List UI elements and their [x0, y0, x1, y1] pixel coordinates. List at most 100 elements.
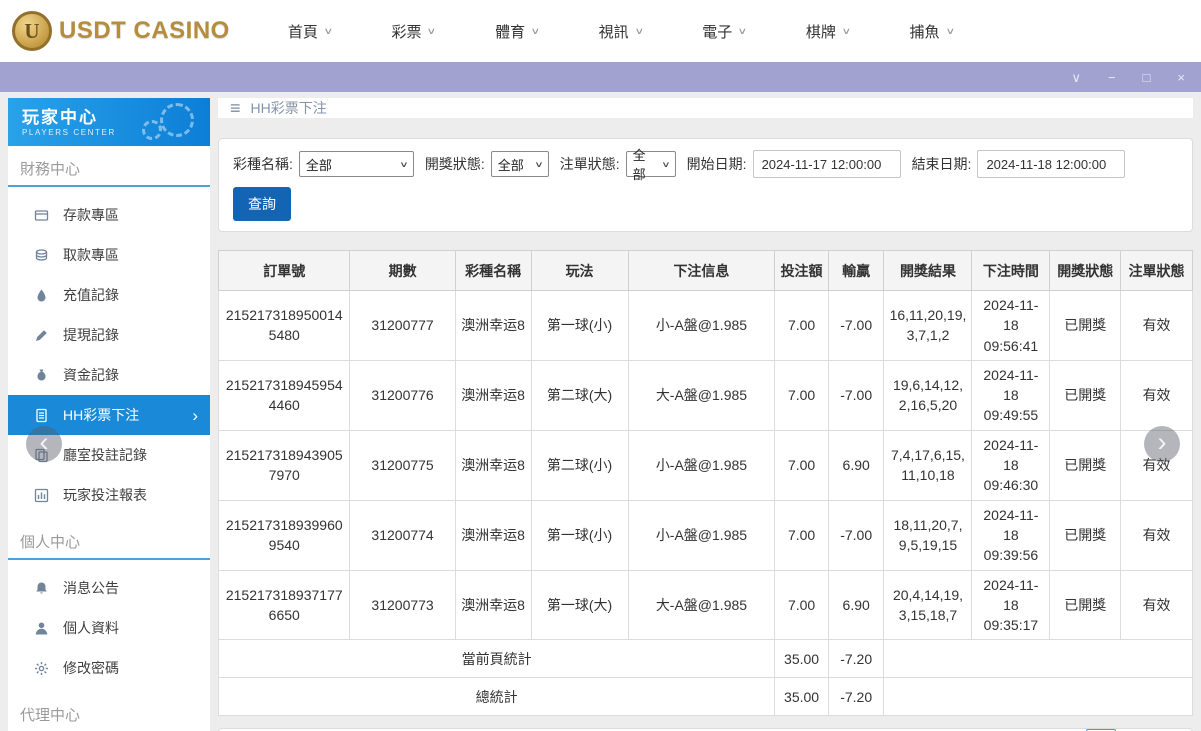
sidebar-item-change-password[interactable]: 修改密碼 [8, 648, 210, 688]
chevron-right-icon: › [192, 405, 198, 425]
end-date-filter: 結束日期: [912, 150, 1126, 178]
cell-order-no: 2152173189371776650 [217, 569, 351, 641]
sidebar-item-label: 提現記錄 [63, 327, 119, 343]
nav-item-fishing[interactable]: 捕魚 ∨ [910, 21, 955, 42]
start-date-input[interactable] [752, 150, 901, 178]
cell-draw-status: 已開獎 [1049, 569, 1122, 641]
sidebar: 玩家中心 PLAYERS CENTER 財務中心 存款專區 取款專區 充值記錄 … [8, 98, 210, 731]
filter-row: 彩種名稱: 全部 ∨ 開獎狀態: 全部 ∨ 注單狀態: 全部 ∨ 開始日期: 2… [233, 148, 1178, 182]
window-minimize-icon[interactable]: − [1108, 71, 1116, 84]
select-value: 全部 [497, 157, 524, 173]
nav-item-home[interactable]: 首頁 ∨ [287, 21, 333, 42]
bet-table-summary: 當前頁統計 35.00 -7.20 總統計 35.00 -7.20 [217, 639, 1193, 717]
deposit-icon [34, 208, 49, 223]
cashout-record-icon [34, 328, 49, 343]
cell-bet-info: 大-A盤@1.985 [627, 569, 776, 641]
summary-empty-cell [883, 639, 1193, 679]
cell-draw-result: 20,4,14,19,3,15,18,7 [883, 569, 973, 641]
sidebar-item-label: 存款專區 [63, 207, 119, 223]
cell-draw-status: 已開獎 [1049, 429, 1122, 501]
cell-play-type: 第二球(大) [530, 359, 629, 431]
prev-arrow-icon: ‹ [39, 426, 49, 457]
bet-status-select[interactable]: 全部 ∨ [625, 148, 676, 182]
section-title-finance: 財務中心 [8, 146, 210, 187]
funds-record-icon [34, 368, 49, 383]
end-date-label: 結束日期: [911, 156, 972, 172]
sidebar-item-withdraw[interactable]: 取款專區 [8, 235, 210, 275]
cell-bet-status: 有效 [1120, 569, 1193, 641]
sidebar-item-cashout-record[interactable]: 提現記錄 [8, 315, 210, 355]
cell-play-type: 第二球(小) [530, 429, 629, 501]
cell-lottery-name: 澳洲幸运8 [454, 290, 532, 361]
sidebar-item-label: HH彩票下注 [63, 407, 140, 423]
cell-order-no: 2152173189399609540 [217, 499, 351, 571]
cell-win-loss: 6.90 [827, 429, 885, 501]
cell-win-loss: -7.00 [827, 290, 885, 361]
sidebar-item-funds-record[interactable]: 資金記錄 [8, 355, 210, 395]
chevron-down-icon: ∨ [737, 25, 748, 36]
next-arrow-button[interactable]: › [1144, 426, 1180, 462]
window-maximize-icon[interactable]: □ [1143, 71, 1151, 84]
bet-table-body: 2152173189500145480 31200777 澳洲幸运8 第一球(小… [217, 290, 1193, 641]
cell-bet-status: 有效 [1120, 290, 1193, 361]
nav-item-label: 首頁 [287, 23, 318, 41]
sidebar-item-announcements[interactable]: 消息公告 [8, 568, 210, 608]
select-value: 全部 [305, 157, 332, 173]
draw-status-label: 開獎狀態: [424, 156, 485, 172]
col-header-bet-amount: 投注額 [774, 250, 829, 291]
prev-arrow-button[interactable]: ‹ [26, 426, 62, 462]
sidebar-item-deposit[interactable]: 存款專區 [8, 195, 210, 235]
end-date-input[interactable] [977, 150, 1126, 178]
window-close-icon[interactable]: × [1177, 71, 1185, 84]
chevron-down-icon: ∨ [399, 159, 409, 169]
user-icon [34, 621, 49, 636]
hamburger-icon[interactable]: ≡ [230, 99, 241, 117]
cell-bet-amount: 7.00 [774, 569, 829, 641]
logo[interactable]: U USDT CASINO [12, 11, 230, 51]
sidebar-item-label: 取款專區 [63, 247, 119, 263]
sidebar-item-player-bet-report[interactable]: 玩家投注報表 [8, 475, 210, 515]
col-header-draw-status: 開獎狀態 [1049, 250, 1122, 291]
lottery-name-filter: 彩種名稱: 全部 ∨ [233, 151, 414, 177]
cell-period: 31200777 [349, 290, 456, 361]
nav-item-lottery[interactable]: 彩票 ∨ [391, 21, 437, 42]
cell-bet-amount: 7.00 [774, 290, 829, 361]
col-header-order-no: 訂單號 [217, 250, 351, 291]
filter-panel: 彩種名稱: 全部 ∨ 開獎狀態: 全部 ∨ 注單狀態: 全部 ∨ 開始日期: 2… [218, 138, 1193, 232]
nav-item-label: 棋牌 [805, 23, 836, 41]
window-collapse-icon[interactable]: ∨ [1071, 71, 1081, 84]
cell-bet-time: 2024-11-18 09:46:30 [971, 429, 1051, 501]
col-header-win-loss: 輸贏 [827, 250, 885, 291]
col-header-play-type: 玩法 [530, 250, 629, 291]
nav-item-sports[interactable]: 體育 ∨ [495, 21, 541, 42]
cell-bet-status: 有效 [1120, 359, 1193, 431]
nav-item-slots[interactable]: 電子 ∨ [702, 21, 748, 42]
chevron-down-icon: ∨ [426, 25, 437, 36]
sidebar-item-label: 消息公告 [63, 580, 119, 596]
cell-bet-amount: 7.00 [774, 429, 829, 501]
nav-item-label: 體育 [495, 23, 526, 41]
cell-lottery-name: 澳洲幸运8 [454, 359, 532, 431]
summary-win-loss-total: -7.20 [827, 639, 885, 679]
cell-order-no: 2152173189439057970 [217, 429, 351, 501]
nav-item-boardgames[interactable]: 棋牌 ∨ [805, 21, 851, 42]
table-row: 2152173189371776650 31200773 澳洲幸运8 第一球(大… [217, 569, 1193, 641]
sidebar-item-profile[interactable]: 個人資料 [8, 608, 210, 648]
nav-item-live[interactable]: 視訊 ∨ [599, 21, 644, 42]
section-title-personal: 個人中心 [8, 519, 210, 560]
logo-text: USDT CASINO [59, 17, 230, 44]
cell-bet-status: 有效 [1120, 499, 1193, 571]
cell-bet-info: 小-A盤@1.985 [627, 499, 776, 571]
main-menu: 首頁 ∨ 彩票 ∨ 體育 ∨ 視訊 ∨ 電子 ∨ 棋牌 ∨ 捕魚 ∨ [287, 21, 955, 42]
query-button[interactable]: 查詢 [233, 187, 291, 221]
cell-bet-time: 2024-11-18 09:49:55 [971, 359, 1051, 431]
lottery-name-select[interactable]: 全部 ∨ [298, 151, 414, 177]
cell-win-loss: 6.90 [827, 569, 885, 641]
chevron-down-icon: ∨ [530, 25, 541, 36]
summary-empty-cell [883, 677, 1193, 717]
sidebar-item-recharge-record[interactable]: 充值記錄 [8, 275, 210, 315]
player-center-page: { "colors": { "primary_blue": "#1989d8",… [0, 0, 1201, 731]
draw-status-select[interactable]: 全部 ∨ [490, 151, 549, 177]
lottery-name-label: 彩種名稱: [233, 156, 293, 172]
cell-lottery-name: 澳洲幸运8 [454, 569, 532, 641]
